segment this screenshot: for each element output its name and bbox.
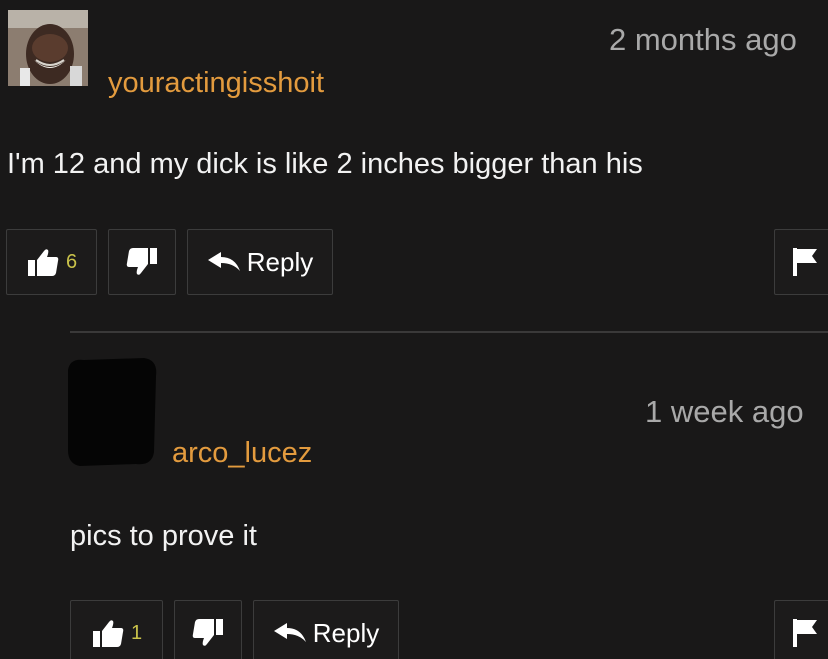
thumbs-down-icon — [191, 618, 225, 648]
like-button[interactable]: 1 — [70, 600, 163, 659]
dislike-button[interactable] — [108, 229, 176, 295]
thumbs-up-icon — [91, 618, 125, 648]
reply-arrow-icon — [207, 251, 241, 273]
comments-page: youractingisshoit 2 months ago I'm 12 an… — [0, 0, 828, 659]
like-button[interactable]: 6 — [6, 229, 97, 295]
dislike-button[interactable] — [174, 600, 242, 659]
reply-label: Reply — [246, 246, 314, 277]
comment-text: I'm 12 and my dick is like 2 inches bigg… — [7, 148, 643, 180]
avatar[interactable] — [8, 10, 88, 86]
like-count: 1 — [130, 621, 143, 644]
reply-label: Reply — [312, 617, 380, 648]
timestamp: 1 week ago — [645, 394, 804, 429]
comment-text: pics to prove it — [70, 520, 257, 552]
flag-icon — [792, 247, 818, 277]
reply-button[interactable]: Reply — [187, 229, 333, 295]
avatar[interactable] — [64, 356, 164, 468]
username[interactable]: youractingisshoit — [108, 67, 324, 100]
flag-button[interactable] — [774, 600, 828, 659]
timestamp: 2 months ago — [609, 22, 797, 57]
like-count: 6 — [65, 250, 78, 273]
thumbs-down-icon — [125, 247, 159, 277]
reply-arrow-icon — [273, 622, 307, 644]
flag-icon — [792, 618, 818, 648]
username[interactable]: arco_lucez — [172, 437, 312, 470]
flag-button[interactable] — [774, 229, 828, 295]
thumbs-up-icon — [26, 247, 60, 277]
reply-button[interactable]: Reply — [253, 600, 399, 659]
reply-divider — [70, 331, 828, 333]
